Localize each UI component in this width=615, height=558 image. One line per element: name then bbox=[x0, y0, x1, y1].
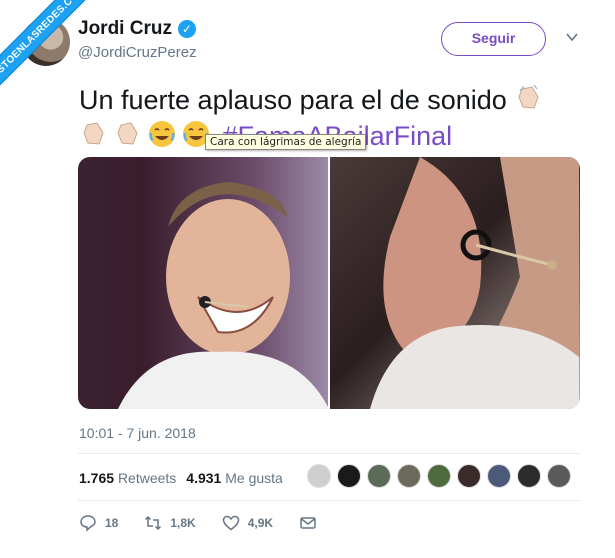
likes-stat[interactable]: 4.931 Me gusta bbox=[186, 470, 283, 486]
like-button[interactable]: 4,9K bbox=[222, 514, 273, 532]
liker-avatar[interactable] bbox=[457, 464, 481, 488]
person-smiling-image bbox=[118, 182, 328, 409]
liker-avatar[interactable] bbox=[307, 464, 331, 488]
user-handle[interactable]: @JordiCruzPerez bbox=[78, 44, 197, 61]
liker-avatar[interactable] bbox=[397, 464, 421, 488]
like-count: 4,9K bbox=[247, 516, 274, 530]
liker-avatar[interactable] bbox=[367, 464, 391, 488]
liker-avatar[interactable] bbox=[337, 464, 361, 488]
tweet-actions: 18 1,8K 4,9K bbox=[79, 514, 343, 532]
retweet-button[interactable]: 1,8K bbox=[144, 514, 196, 532]
liker-avatar[interactable] bbox=[487, 464, 511, 488]
likes-label: Me gusta bbox=[225, 470, 283, 486]
clapping-hands-icon bbox=[83, 122, 104, 145]
ear-microphone-image bbox=[370, 157, 579, 409]
reply-button[interactable]: 18 bbox=[79, 514, 118, 532]
envelope-icon bbox=[300, 517, 316, 529]
tweet-timestamp[interactable]: 10:01 - 7 jun. 2018 bbox=[79, 425, 196, 441]
liker-avatar[interactable] bbox=[427, 464, 451, 488]
clapping-hands-icon bbox=[518, 84, 539, 109]
tweet-body: Un fuerte aplauso para el de sonido bbox=[79, 85, 507, 115]
liker-avatar[interactable] bbox=[547, 464, 571, 488]
clapping-hands-icon bbox=[117, 122, 138, 145]
emoji-tooltip: Cara con lágrimas de alegría bbox=[205, 134, 367, 150]
direct-message-button[interactable] bbox=[299, 514, 317, 532]
media-photo-2[interactable] bbox=[330, 157, 580, 409]
likes-count: 4.931 bbox=[186, 470, 222, 486]
divider bbox=[78, 453, 580, 454]
retweets-stat[interactable]: 1.765 Retweets bbox=[79, 470, 176, 486]
reply-count: 18 bbox=[105, 516, 119, 530]
engagement-stats: 1.765 Retweets 4.931 Me gusta bbox=[79, 470, 283, 486]
divider bbox=[78, 500, 580, 501]
liker-avatar[interactable] bbox=[517, 464, 541, 488]
verified-badge-icon: ✓ bbox=[177, 20, 196, 38]
heart-icon bbox=[222, 515, 239, 531]
retweets-count: 1.765 bbox=[79, 470, 115, 486]
follow-button[interactable]: Seguir bbox=[441, 22, 546, 56]
media-photo-1[interactable] bbox=[78, 157, 328, 409]
retweet-count: 1,8K bbox=[170, 516, 196, 530]
reply-icon bbox=[80, 515, 96, 532]
chevron-down-icon[interactable] bbox=[565, 30, 579, 44]
name-row: Jordi Cruz ✓ bbox=[78, 18, 196, 40]
tweet-media[interactable] bbox=[78, 157, 580, 409]
face-with-tears-of-joy-icon bbox=[149, 121, 175, 147]
likers-avatars bbox=[307, 464, 571, 488]
display-name[interactable]: Jordi Cruz bbox=[78, 18, 172, 40]
retweet-icon bbox=[145, 515, 162, 531]
retweets-label: Retweets bbox=[117, 470, 177, 486]
